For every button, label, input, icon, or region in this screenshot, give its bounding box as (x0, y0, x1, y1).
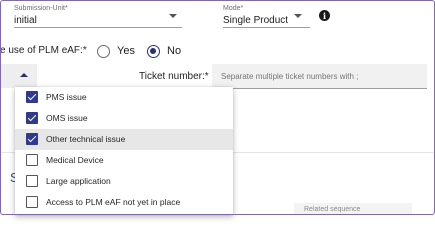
submission-unit-value: initial (14, 15, 37, 26)
checkbox-checked-icon[interactable] (26, 91, 38, 103)
chevron-up-icon[interactable] (20, 73, 28, 77)
radio-no[interactable] (147, 45, 160, 58)
info-icon[interactable]: i (319, 10, 330, 21)
option-access-not-in-place[interactable]: Access to PLM eAF not yet in place (15, 192, 233, 213)
radio-no-label: No (167, 45, 182, 57)
option-pms-issue[interactable]: PMS issue (15, 87, 233, 108)
plm-eaf-question-label: e use of PLM eAF:* (0, 45, 87, 56)
checkbox-checked-icon[interactable] (26, 112, 38, 124)
option-label: Access to PLM eAF not yet in place (46, 197, 181, 207)
mode-label: Mode* (223, 5, 244, 12)
radio-yes[interactable] (97, 45, 110, 58)
option-label: Other technical issue (46, 134, 126, 144)
radio-yes-label: Yes (117, 45, 135, 57)
option-label: PMS issue (46, 92, 87, 102)
option-label: Medical Device (46, 155, 104, 165)
mode-underline (223, 27, 310, 28)
option-oms-issue[interactable]: OMS issue (15, 108, 233, 129)
checkbox-checked-icon[interactable] (26, 133, 38, 145)
checkbox-unchecked-icon[interactable] (26, 154, 38, 166)
option-other-technical-issue[interactable]: Other technical issue (15, 129, 233, 150)
submission-unit-underline (14, 27, 182, 28)
ticket-number-label: Ticket number:* (139, 71, 209, 82)
option-label: OMS issue (46, 113, 88, 123)
issue-type-dropdown: PMS issue OMS issue Other technical issu… (15, 87, 233, 215)
related-sequence-field[interactable]: Related sequence (294, 203, 412, 215)
checkbox-unchecked-icon[interactable] (26, 175, 38, 187)
option-large-application[interactable]: Large application (15, 171, 233, 192)
mode-value: Single Product (223, 15, 289, 26)
option-medical-device[interactable]: Medical Device (15, 150, 233, 171)
chevron-down-icon[interactable] (294, 14, 302, 18)
issue-type-select[interactable] (0, 64, 37, 88)
ticket-number-input[interactable] (212, 64, 427, 89)
checkbox-unchecked-icon[interactable] (26, 196, 38, 208)
submission-unit-label: Submission-Unit* (14, 5, 68, 12)
option-label: Large application (46, 176, 111, 186)
chevron-down-icon[interactable] (169, 14, 177, 18)
